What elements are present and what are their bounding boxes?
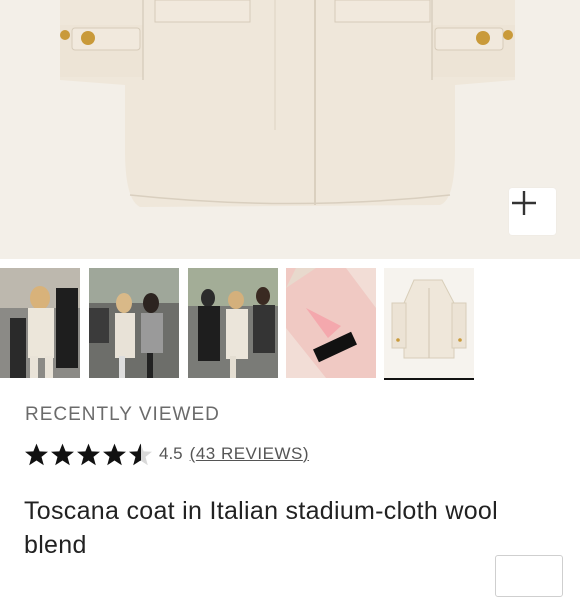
thumbnail-1[interactable] xyxy=(0,268,80,378)
reviews-link[interactable]: (43 REVIEWS) xyxy=(190,444,309,464)
star-full-icon xyxy=(103,443,126,465)
thumbnail-4[interactable] xyxy=(286,268,376,378)
size-selector-box[interactable] xyxy=(495,555,563,597)
star-half-icon xyxy=(129,443,152,465)
star-full-icon xyxy=(25,443,48,465)
product-hero-image[interactable] xyxy=(0,0,580,259)
coat-illustration xyxy=(60,0,515,207)
thumbnail-2[interactable] xyxy=(89,268,179,378)
plus-icon xyxy=(512,191,536,215)
product-title: Toscana coat in Italian stadium-cloth wo… xyxy=(24,497,498,559)
star-rating xyxy=(24,442,153,467)
thumbnail-3[interactable] xyxy=(188,268,278,378)
star-full-icon xyxy=(51,443,74,465)
rating-value: 4.5 xyxy=(159,444,183,463)
thumbnail-strip xyxy=(0,268,580,380)
rating-row: 4.5 (43 REVIEWS) xyxy=(24,440,309,468)
zoom-button[interactable] xyxy=(509,188,556,235)
thumbnail-5-selected[interactable] xyxy=(384,268,474,380)
star-full-icon xyxy=(77,443,100,465)
recently-viewed-heading: RECENTLY VIEWED xyxy=(25,404,220,425)
